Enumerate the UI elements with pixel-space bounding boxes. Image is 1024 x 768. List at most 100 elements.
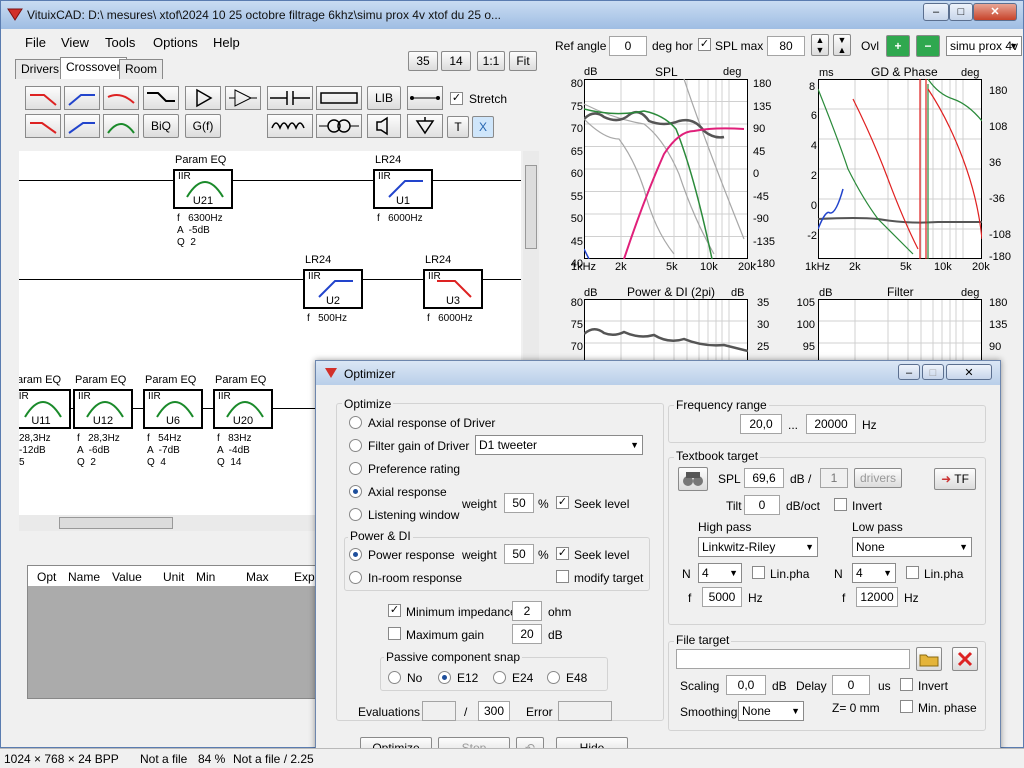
eq-red-tool[interactable] [103,86,139,110]
min-phase-checkbox[interactable] [900,700,913,713]
lp-order-select[interactable]: 4 [852,563,896,583]
parameter-table[interactable]: Opt Name Value Unit Min Max Expr [27,565,327,699]
optimizer-title-bar[interactable]: Optimizer – □ ✕ [316,361,1000,385]
wire-tool[interactable] [407,86,443,110]
file-target-path-field[interactable] [676,649,910,669]
delay-field[interactable]: 0 [832,675,870,695]
scaling-field[interactable]: 0,0 [726,675,766,695]
low-pass-type-select[interactable]: None [852,537,972,557]
opamp-tool[interactable] [225,86,261,110]
axial-driver-radio[interactable] [349,416,362,429]
param-eq-u11-block[interactable]: IIR U11 [19,389,71,429]
lowpass-red-2-tool[interactable] [25,114,61,138]
highpass-blue-tool[interactable] [64,86,100,110]
power-response-radio[interactable] [349,548,362,561]
ref-angle-field[interactable]: 0 [609,36,647,56]
snap-e24-radio[interactable] [493,671,506,684]
spl-max-checkbox[interactable]: ✓ [698,38,711,51]
maximize-button[interactable]: □ [949,3,973,21]
listening-window-radio[interactable] [349,508,362,521]
menu-tools[interactable]: Tools [105,35,135,50]
modify-target-checkbox[interactable] [556,570,569,583]
in-room-radio[interactable] [349,571,362,584]
biquad-button[interactable]: BiQ [143,114,179,138]
lib-button[interactable]: LIB [367,86,401,110]
hp-order-select[interactable]: 4 [698,563,742,583]
col-opt[interactable]: Opt [37,570,56,584]
param-eq-u21-block[interactable]: IIR U21 [173,169,233,209]
binoculars-icon[interactable] [678,467,708,491]
stretch-checkbox[interactable]: ✓ [450,92,463,105]
menu-help[interactable]: Help [213,35,240,50]
col-max[interactable]: Max [246,570,269,584]
filter-gain-radio[interactable] [349,439,362,452]
menu-options[interactable]: Options [153,35,198,50]
lr24-u3-block[interactable]: IIR U3 [423,269,483,309]
col-value[interactable]: Value [112,570,142,584]
hp-frequency-field[interactable]: 5000 [702,587,742,607]
param-eq-u6-block[interactable]: IIR U6 [143,389,203,429]
col-min[interactable]: Min [196,570,215,584]
spl-reset-icon[interactable]: ▼ ▲ [833,34,851,56]
freq-high-field[interactable]: 20000 [806,414,856,434]
lp-frequency-field[interactable]: 12000 [856,587,898,607]
clear-file-icon[interactable] [952,647,978,671]
transformer-tool[interactable] [316,114,362,138]
filter-graph[interactable] [818,299,982,361]
simulation-select[interactable]: simu prox 4v x [946,36,1022,56]
snap-e48-radio[interactable] [547,671,560,684]
view-14-button[interactable]: 14 [441,51,471,71]
seek-level-checkbox[interactable]: ✓ [556,496,569,509]
scroll-thumb[interactable] [59,517,173,529]
target-spl-field[interactable]: 69,6 [744,468,784,488]
tf-button[interactable]: ➜ TF [934,468,976,490]
param-eq-u20-block[interactable]: IIR U20 [213,389,273,429]
file-invert-checkbox[interactable] [900,678,913,691]
evaluations-total-field[interactable]: 300 [478,701,510,721]
inductor-tool[interactable] [267,114,313,138]
spl-max-field[interactable]: 80 [767,36,805,56]
ground-tool[interactable] [407,114,443,138]
smoothing-select[interactable]: None [738,701,804,721]
t-button[interactable]: T [447,116,469,138]
resistor-tool[interactable] [316,86,362,110]
highpass-blue-2-tool[interactable] [64,114,100,138]
spl-updown-icon[interactable]: ▲ ▼ [811,34,829,56]
axial-response-radio[interactable] [349,485,362,498]
spl-graph[interactable] [583,78,748,260]
lr24-u1-block[interactable]: IIR U1 [373,169,433,209]
tilt-field[interactable]: 0 [744,495,780,515]
x-button[interactable]: X [472,116,494,138]
driver-select[interactable]: D1 tweeter [475,435,643,455]
dlg-minimize-button[interactable]: – [898,364,920,380]
fit-button[interactable]: Fit [509,51,537,71]
snap-no-radio[interactable] [388,671,401,684]
allpass-tool[interactable] [143,86,179,110]
lp-linpha-checkbox[interactable] [906,566,919,579]
min-impedance-checkbox[interactable]: ✓ [388,604,401,617]
col-name[interactable]: Name [68,570,100,584]
zoom-1-1-button[interactable]: 1:1 [477,51,505,71]
lowpass-red-tool[interactable] [25,86,61,110]
snap-e12-radio[interactable] [438,671,451,684]
remove-overlay-icon[interactable]: − [916,35,940,57]
eq-green-tool[interactable] [103,114,139,138]
capacitor-tool[interactable] [267,86,313,110]
max-gain-checkbox[interactable] [388,627,401,640]
title-bar[interactable]: VituixCAD: D:\ mesures\ xtof\2024 10 25 … [1,1,1023,29]
col-unit[interactable]: Unit [163,570,184,584]
tab-room[interactable]: Room [119,59,164,79]
menu-view[interactable]: View [61,35,89,50]
tilt-invert-checkbox[interactable] [834,498,847,511]
view-35-button[interactable]: 35 [408,51,438,71]
seek-level-power-checkbox[interactable]: ✓ [556,547,569,560]
minimize-button[interactable]: – [923,3,949,21]
max-gain-field[interactable]: 20 [512,624,542,644]
param-eq-u12-block[interactable]: IIR U12 [73,389,133,429]
gf-button[interactable]: G(f) [185,114,221,138]
high-pass-type-select[interactable]: Linkwitz-Riley [698,537,818,557]
hp-linpha-checkbox[interactable] [752,566,765,579]
close-button[interactable]: ✕ [973,3,1017,21]
menu-file[interactable]: File [25,35,46,50]
buffer-tool[interactable] [185,86,221,110]
